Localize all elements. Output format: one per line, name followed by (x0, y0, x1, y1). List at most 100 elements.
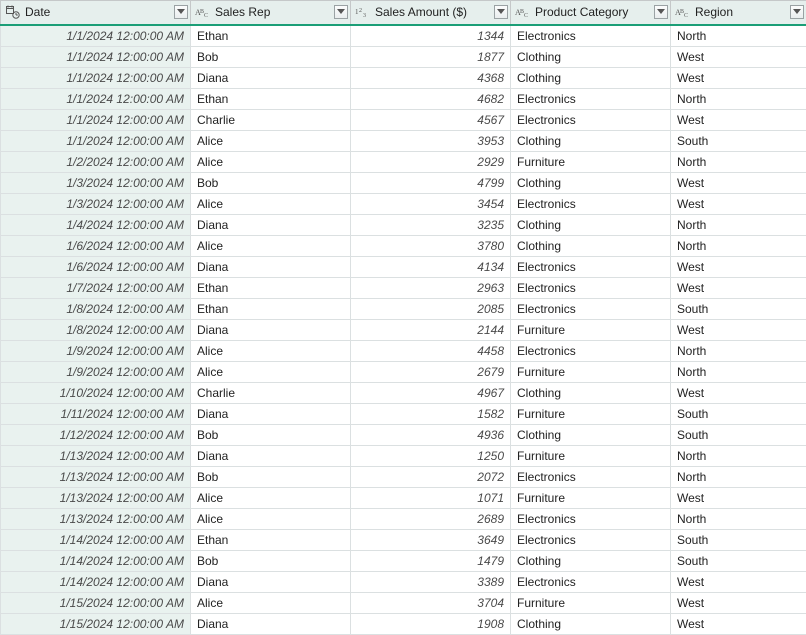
table-row[interactable]: 1/12/2024 12:00:00 AMBob4936ClothingSout… (1, 424, 806, 445)
cell-cat[interactable]: Clothing (511, 424, 671, 445)
cell-rep[interactable]: Ethan (191, 25, 351, 47)
cell-region[interactable]: North (671, 151, 806, 172)
table-row[interactable]: 1/3/2024 12:00:00 AMBob4799ClothingWest (1, 172, 806, 193)
table-row[interactable]: 1/11/2024 12:00:00 AMDiana1582FurnitureS… (1, 403, 806, 424)
cell-cat[interactable]: Electronics (511, 277, 671, 298)
cell-amount[interactable]: 4967 (351, 382, 511, 403)
cell-region[interactable]: South (671, 403, 806, 424)
cell-cat[interactable]: Electronics (511, 256, 671, 277)
cell-rep[interactable]: Bob (191, 46, 351, 67)
cell-date[interactable]: 1/13/2024 12:00:00 AM (1, 487, 191, 508)
cell-date[interactable]: 1/8/2024 12:00:00 AM (1, 319, 191, 340)
cell-amount[interactable]: 1582 (351, 403, 511, 424)
cell-rep[interactable]: Diana (191, 214, 351, 235)
cell-amount[interactable]: 1344 (351, 25, 511, 47)
column-filter-button[interactable] (334, 5, 348, 19)
table-row[interactable]: 1/1/2024 12:00:00 AMAlice3953ClothingSou… (1, 130, 806, 151)
table-row[interactable]: 1/13/2024 12:00:00 AMDiana1250FurnitureN… (1, 445, 806, 466)
cell-date[interactable]: 1/1/2024 12:00:00 AM (1, 46, 191, 67)
cell-date[interactable]: 1/8/2024 12:00:00 AM (1, 298, 191, 319)
cell-date[interactable]: 1/1/2024 12:00:00 AM (1, 109, 191, 130)
table-row[interactable]: 1/1/2024 12:00:00 AMBob1877ClothingWest (1, 46, 806, 67)
cell-amount[interactable]: 3780 (351, 235, 511, 256)
column-header-region[interactable]: A B C Region (671, 1, 806, 25)
cell-amount[interactable]: 3704 (351, 592, 511, 613)
cell-amount[interactable]: 2144 (351, 319, 511, 340)
cell-cat[interactable]: Clothing (511, 67, 671, 88)
table-row[interactable]: 1/13/2024 12:00:00 AMAlice2689Electronic… (1, 508, 806, 529)
cell-rep[interactable]: Ethan (191, 529, 351, 550)
cell-cat[interactable]: Furniture (511, 319, 671, 340)
cell-rep[interactable]: Alice (191, 130, 351, 151)
cell-region[interactable]: North (671, 235, 806, 256)
cell-region[interactable]: West (671, 46, 806, 67)
cell-rep[interactable]: Charlie (191, 382, 351, 403)
cell-amount[interactable]: 2929 (351, 151, 511, 172)
cell-amount[interactable]: 4458 (351, 340, 511, 361)
cell-rep[interactable]: Diana (191, 67, 351, 88)
cell-date[interactable]: 1/14/2024 12:00:00 AM (1, 550, 191, 571)
cell-amount[interactable]: 2689 (351, 508, 511, 529)
cell-cat[interactable]: Clothing (511, 235, 671, 256)
cell-date[interactable]: 1/12/2024 12:00:00 AM (1, 424, 191, 445)
table-row[interactable]: 1/4/2024 12:00:00 AMDiana3235ClothingNor… (1, 214, 806, 235)
cell-amount[interactable]: 3649 (351, 529, 511, 550)
table-row[interactable]: 1/10/2024 12:00:00 AMCharlie4967Clothing… (1, 382, 806, 403)
cell-date[interactable]: 1/13/2024 12:00:00 AM (1, 466, 191, 487)
table-row[interactable]: 1/14/2024 12:00:00 AMBob1479ClothingSout… (1, 550, 806, 571)
cell-date[interactable]: 1/15/2024 12:00:00 AM (1, 613, 191, 634)
cell-rep[interactable]: Ethan (191, 298, 351, 319)
cell-rep[interactable]: Bob (191, 466, 351, 487)
table-row[interactable]: 1/15/2024 12:00:00 AMDiana1908ClothingWe… (1, 613, 806, 634)
table-row[interactable]: 1/13/2024 12:00:00 AMAlice1071FurnitureW… (1, 487, 806, 508)
cell-date[interactable]: 1/13/2024 12:00:00 AM (1, 508, 191, 529)
table-row[interactable]: 1/9/2024 12:00:00 AMAlice4458Electronics… (1, 340, 806, 361)
cell-amount[interactable]: 3454 (351, 193, 511, 214)
cell-region[interactable]: North (671, 88, 806, 109)
cell-amount[interactable]: 2963 (351, 277, 511, 298)
table-row[interactable]: 1/9/2024 12:00:00 AMAlice2679FurnitureNo… (1, 361, 806, 382)
cell-amount[interactable]: 2072 (351, 466, 511, 487)
table-row[interactable]: 1/1/2024 12:00:00 AMEthan4682Electronics… (1, 88, 806, 109)
cell-amount[interactable]: 4368 (351, 67, 511, 88)
cell-cat[interactable]: Clothing (511, 46, 671, 67)
cell-amount[interactable]: 1071 (351, 487, 511, 508)
cell-date[interactable]: 1/13/2024 12:00:00 AM (1, 445, 191, 466)
cell-region[interactable]: South (671, 550, 806, 571)
cell-cat[interactable]: Electronics (511, 193, 671, 214)
cell-cat[interactable]: Clothing (511, 550, 671, 571)
cell-region[interactable]: West (671, 487, 806, 508)
cell-cat[interactable]: Clothing (511, 382, 671, 403)
column-header-sales-amount[interactable]: 1 2 3 Sales Amount ($) (351, 1, 511, 25)
cell-rep[interactable]: Charlie (191, 109, 351, 130)
cell-cat[interactable]: Electronics (511, 508, 671, 529)
cell-cat[interactable]: Furniture (511, 487, 671, 508)
cell-rep[interactable]: Ethan (191, 88, 351, 109)
cell-rep[interactable]: Diana (191, 319, 351, 340)
cell-amount[interactable]: 4682 (351, 88, 511, 109)
cell-rep[interactable]: Alice (191, 361, 351, 382)
cell-cat[interactable]: Furniture (511, 151, 671, 172)
cell-rep[interactable]: Alice (191, 487, 351, 508)
table-row[interactable]: 1/1/2024 12:00:00 AMDiana4368ClothingWes… (1, 67, 806, 88)
cell-region[interactable]: West (671, 172, 806, 193)
table-row[interactable]: 1/15/2024 12:00:00 AMAlice3704FurnitureW… (1, 592, 806, 613)
cell-cat[interactable]: Furniture (511, 445, 671, 466)
table-row[interactable]: 1/14/2024 12:00:00 AMEthan3649Electronic… (1, 529, 806, 550)
table-row[interactable]: 1/6/2024 12:00:00 AMDiana4134Electronics… (1, 256, 806, 277)
cell-cat[interactable]: Electronics (511, 88, 671, 109)
table-row[interactable]: 1/6/2024 12:00:00 AMAlice3780ClothingNor… (1, 235, 806, 256)
cell-date[interactable]: 1/1/2024 12:00:00 AM (1, 67, 191, 88)
table-row[interactable]: 1/1/2024 12:00:00 AMCharlie4567Electroni… (1, 109, 806, 130)
cell-region[interactable]: West (671, 193, 806, 214)
cell-amount[interactable]: 4936 (351, 424, 511, 445)
cell-amount[interactable]: 4799 (351, 172, 511, 193)
cell-region[interactable]: South (671, 298, 806, 319)
cell-rep[interactable]: Bob (191, 172, 351, 193)
column-header-sales-rep[interactable]: A B C Sales Rep (191, 1, 351, 25)
column-filter-button[interactable] (494, 5, 508, 19)
cell-date[interactable]: 1/10/2024 12:00:00 AM (1, 382, 191, 403)
cell-region[interactable]: West (671, 109, 806, 130)
cell-cat[interactable]: Furniture (511, 592, 671, 613)
table-row[interactable]: 1/2/2024 12:00:00 AMAlice2929FurnitureNo… (1, 151, 806, 172)
